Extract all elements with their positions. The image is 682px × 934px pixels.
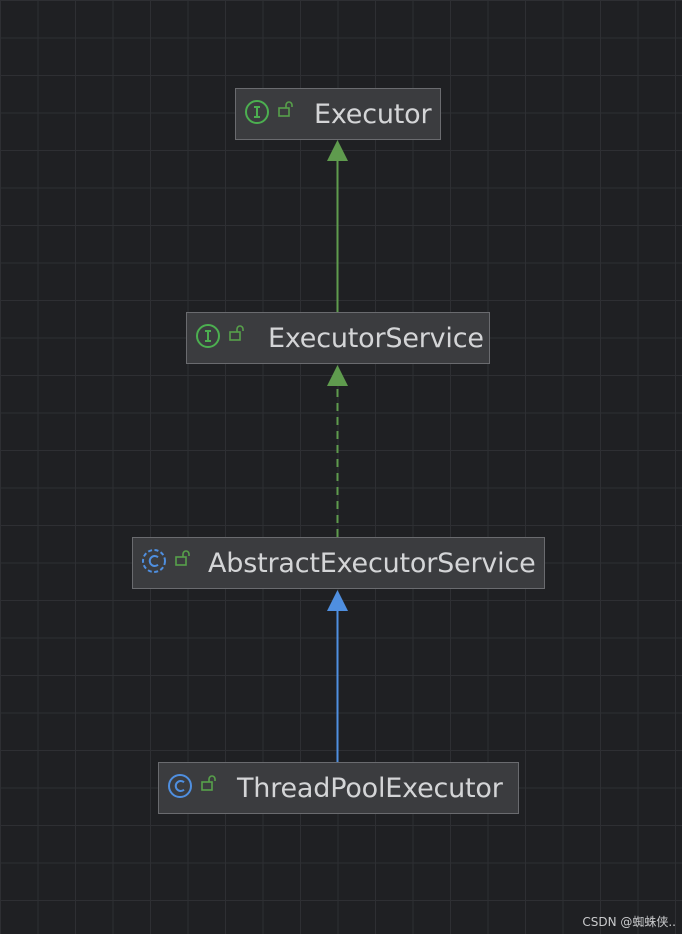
public-lock-icon bbox=[201, 775, 216, 791]
node-label-executor: Executor bbox=[314, 98, 432, 130]
interface-icon bbox=[245, 100, 269, 124]
public-lock-icon bbox=[278, 101, 293, 117]
arrowhead-abstractexecutorservice bbox=[327, 590, 348, 611]
class-icon bbox=[168, 774, 192, 798]
node-label-executor-service: ExecutorService bbox=[268, 322, 484, 354]
node-executor-service[interactable]: ExecutorService bbox=[186, 312, 490, 364]
arrowhead-executor bbox=[327, 140, 348, 161]
public-lock-icon bbox=[175, 550, 190, 566]
interface-icon bbox=[196, 324, 220, 348]
node-label-abstract-executor-service: AbstractExecutorService bbox=[208, 547, 536, 579]
node-abstract-executor-service[interactable]: AbstractExecutorService bbox=[132, 537, 545, 589]
node-thread-pool-executor[interactable]: ThreadPoolExecutor bbox=[158, 762, 519, 814]
abstract-class-icon bbox=[142, 549, 166, 573]
public-lock-icon bbox=[229, 325, 244, 341]
node-executor[interactable]: Executor bbox=[235, 88, 441, 140]
watermark: CSDN @蜘蛛侠.. bbox=[582, 915, 676, 929]
node-label-thread-pool-executor: ThreadPoolExecutor bbox=[237, 772, 503, 804]
arrowhead-executorservice bbox=[327, 365, 348, 386]
